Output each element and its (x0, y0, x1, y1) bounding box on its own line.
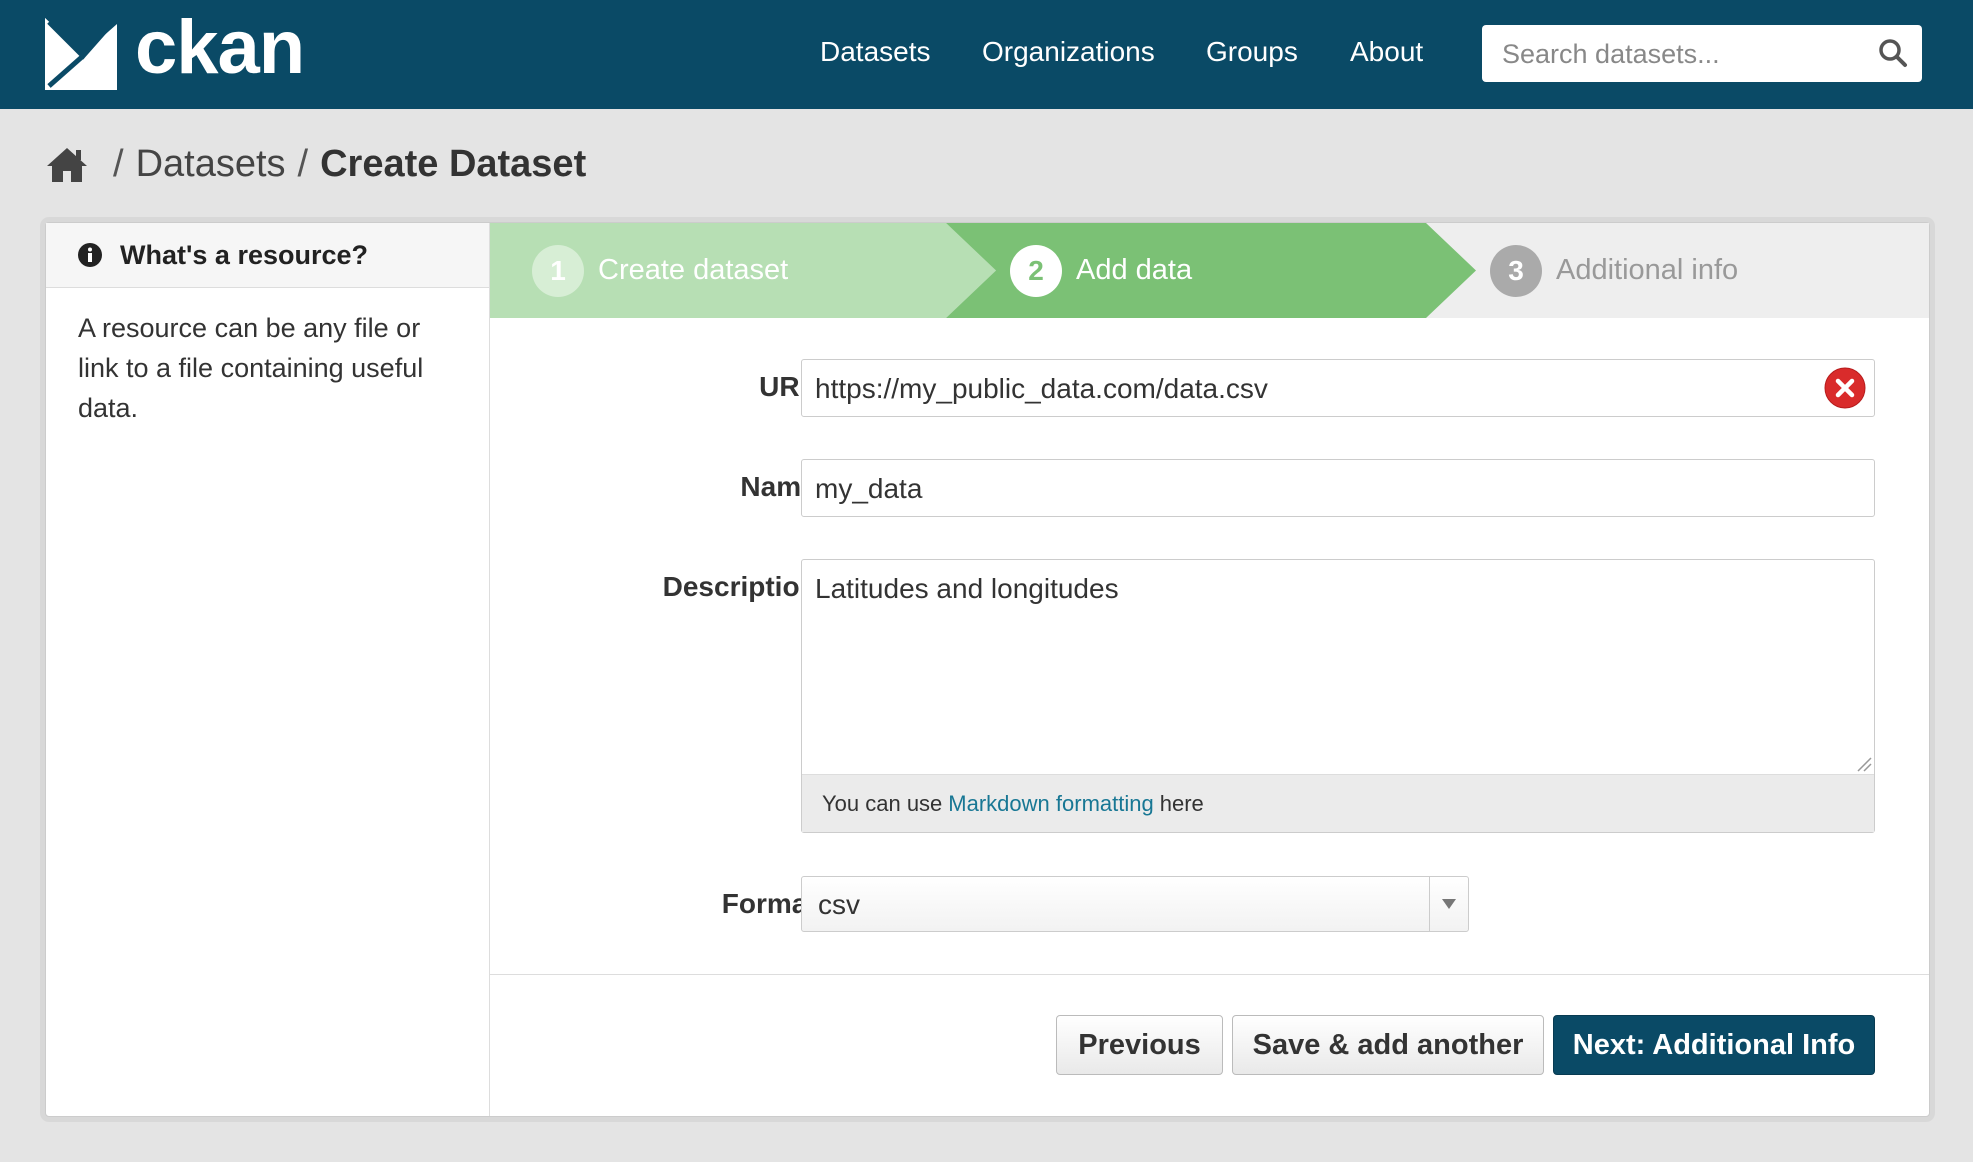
search-input[interactable] (1500, 25, 1864, 84)
home-icon[interactable] (45, 146, 89, 184)
sidebar-title: What's a resource? (120, 239, 368, 270)
save-add-another-button[interactable]: Save & add another (1232, 1015, 1544, 1075)
form-divider (490, 974, 1929, 975)
format-value: csv (818, 889, 860, 920)
name-field[interactable]: my_data (801, 459, 1875, 517)
stage-add-data: 2 Add data (1010, 223, 1192, 318)
stage-label: Add data (1076, 254, 1193, 286)
nav-about[interactable]: About (1350, 36, 1423, 68)
markdown-link[interactable]: Markdown formatting (948, 791, 1153, 817)
markdown-help: You can use Markdown formatting here (802, 774, 1874, 832)
markdown-prefix: You can use (822, 790, 943, 816)
logo-text: ckan (135, 5, 305, 90)
sidebar-text: A resource can be any file or link to a … (78, 313, 424, 423)
stage-number: 2 (1010, 244, 1062, 297)
sidebar-heading: What's a resource? (46, 223, 489, 288)
description-value: Latitudes and longitudes (815, 573, 1119, 604)
search-icon[interactable] (1878, 38, 1908, 68)
resize-handle-icon[interactable] (1852, 752, 1872, 772)
masthead: ckan Datasets Organizations Groups About (0, 0, 1973, 109)
markdown-suffix: here (1159, 790, 1204, 816)
stage-additional-info: 3 Additional info (1490, 223, 1738, 318)
search-box (1482, 25, 1922, 84)
breadcrumb-current: Create Dataset (320, 143, 587, 185)
url-field[interactable]: https://my_public_data.com/data.csv (801, 359, 1875, 417)
ckan-logo[interactable]: ckan (45, 10, 305, 90)
breadcrumb-separator: / (297, 143, 309, 185)
name-value: my_data (815, 473, 923, 504)
ckan-logo-icon (45, 18, 117, 90)
nav-datasets[interactable]: Datasets (820, 36, 931, 68)
breadcrumb-separator: / (113, 143, 124, 185)
form-labels: URL: Name: Description: Format: (490, 223, 826, 1116)
stage-number: 3 (1490, 244, 1542, 297)
nav-organizations[interactable]: Organizations (982, 36, 1155, 68)
main-panel: What's a resource? A resource can be any… (45, 222, 1930, 1117)
info-icon (78, 243, 102, 267)
description-field[interactable]: Latitudes and longitudes You can use Mar… (801, 559, 1875, 833)
format-select[interactable]: csv (801, 876, 1469, 932)
breadcrumb-datasets[interactable]: Datasets (136, 143, 286, 186)
dropdown-arrow[interactable] (1429, 877, 1468, 931)
breadcrumb: / Datasets / Create Dataset (45, 143, 586, 186)
next-additional-info-button[interactable]: Next: Additional Info (1553, 1015, 1875, 1075)
nav-groups[interactable]: Groups (1206, 36, 1298, 68)
previous-button[interactable]: Previous (1056, 1015, 1223, 1075)
url-value: https://my_public_data.com/data.csv (815, 373, 1268, 404)
stage-label: Additional info (1556, 254, 1739, 286)
clear-url-icon[interactable] (1824, 367, 1866, 409)
chevron-down-icon (1442, 899, 1456, 909)
sidebar: What's a resource? A resource can be any… (46, 223, 490, 1116)
